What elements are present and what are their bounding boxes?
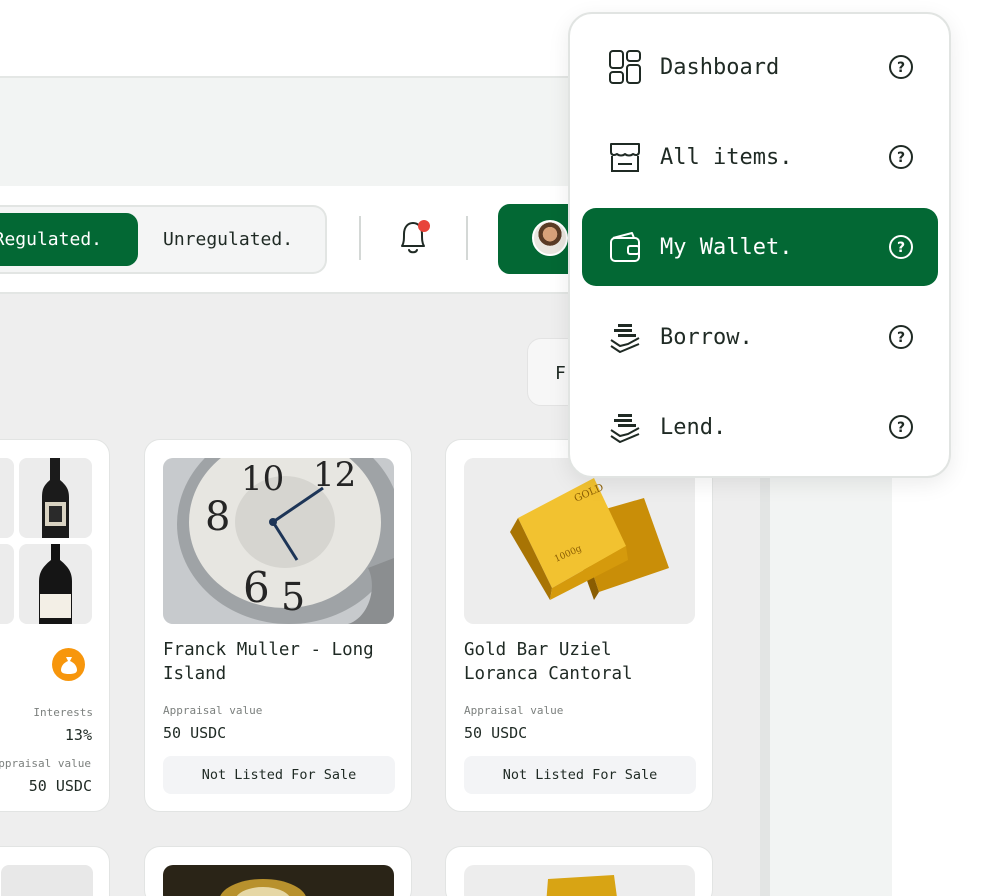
item-thumbnail (464, 865, 695, 896)
wallet-icon (608, 228, 642, 266)
interests-value: 13% (64, 726, 92, 744)
svg-text:8: 8 (205, 494, 230, 540)
menu-item-label: Lend. (660, 414, 727, 440)
regulated-toggle-option[interactable]: Regulated. (0, 213, 138, 266)
coins-hand-icon (608, 318, 642, 356)
listing-status-button[interactable]: Not Listed For Sale (464, 756, 696, 794)
svg-text:5: 5 (281, 575, 305, 619)
svg-text:?: ? (897, 60, 905, 76)
menu-item-borrow[interactable]: Borrow. ? (582, 298, 938, 376)
wine-thumbnail (19, 544, 92, 624)
svg-text:6: 6 (243, 563, 270, 612)
svg-text:?: ? (897, 420, 905, 436)
wine-thumbnail (0, 544, 14, 624)
appraisal-value: 50 USDC (163, 724, 227, 742)
appraisal-value: 50 USDC (464, 724, 528, 742)
svg-text:?: ? (897, 330, 905, 346)
menu-item-dashboard[interactable]: Dashboard ? (582, 28, 938, 106)
interests-label: Interests (33, 706, 93, 719)
right-panel (760, 470, 892, 896)
item-card[interactable] (144, 846, 412, 896)
item-thumbnail (163, 865, 394, 896)
store-icon (608, 138, 642, 176)
appraisal-label: Appraisal value (0, 757, 91, 770)
question-circle-icon[interactable]: ? (888, 54, 914, 80)
appraisal-label: Appraisal value (464, 704, 564, 717)
card-title: Gold Bar Uziel Loranca Cantoral (464, 640, 633, 684)
svg-text:10: 10 (241, 459, 284, 499)
listing-status-button[interactable]: Not Listed For Sale (163, 756, 395, 794)
watch-image: 8 10 12 6 5 (163, 458, 394, 624)
divider (466, 216, 468, 260)
unregulated-toggle-option[interactable]: Unregulated. (163, 213, 293, 266)
question-circle-icon[interactable]: ? (888, 324, 914, 350)
menu-item-label: All items. (660, 144, 793, 170)
wine-thumbnail (0, 458, 14, 538)
appraisal-label: Appraisal value (163, 704, 263, 717)
item-card[interactable]: 8 10 12 6 5 Franck Muller - Long Island … (144, 439, 412, 812)
appraisal-value: 50 USDC (28, 777, 92, 795)
question-circle-icon[interactable]: ? (888, 144, 914, 170)
menu-item-my-wallet[interactable]: My Wallet. ? (582, 208, 938, 286)
avatar (532, 220, 568, 256)
filter-label: F (555, 363, 566, 384)
svg-text:?: ? (897, 240, 905, 256)
money-bag-icon (52, 648, 85, 681)
card-title: Franck Muller - Long Island (163, 640, 374, 684)
regulation-toggle: Regulated. Unregulated. (0, 205, 327, 274)
question-circle-icon[interactable]: ? (888, 414, 914, 440)
menu-item-label: Borrow. (660, 324, 753, 350)
menu-item-lend[interactable]: Lend. ? (582, 388, 938, 466)
wine-thumbnail (19, 458, 92, 538)
menu-item-label: My Wallet. (660, 234, 793, 260)
divider (359, 216, 361, 260)
item-card[interactable] (0, 846, 110, 896)
svg-text:?: ? (897, 150, 905, 166)
gold-bar-image: GOLD 1000g (464, 458, 695, 624)
notification-bell-icon[interactable] (394, 216, 434, 260)
item-card[interactable]: GOLD 1000g Gold Bar Uziel Loranca Cantor… (445, 439, 713, 812)
question-circle-icon[interactable]: ? (888, 234, 914, 260)
menu-item-all-items[interactable]: All items. ? (582, 118, 938, 196)
menu-item-label: Dashboard (660, 54, 780, 80)
item-thumbnail (1, 865, 93, 896)
grid-icon (608, 48, 642, 86)
navigation-menu: Dashboard ? All items. ? My Wallet. ? Bo… (568, 12, 951, 478)
item-card[interactable] (445, 846, 713, 896)
coins-hand-icon (608, 408, 642, 446)
